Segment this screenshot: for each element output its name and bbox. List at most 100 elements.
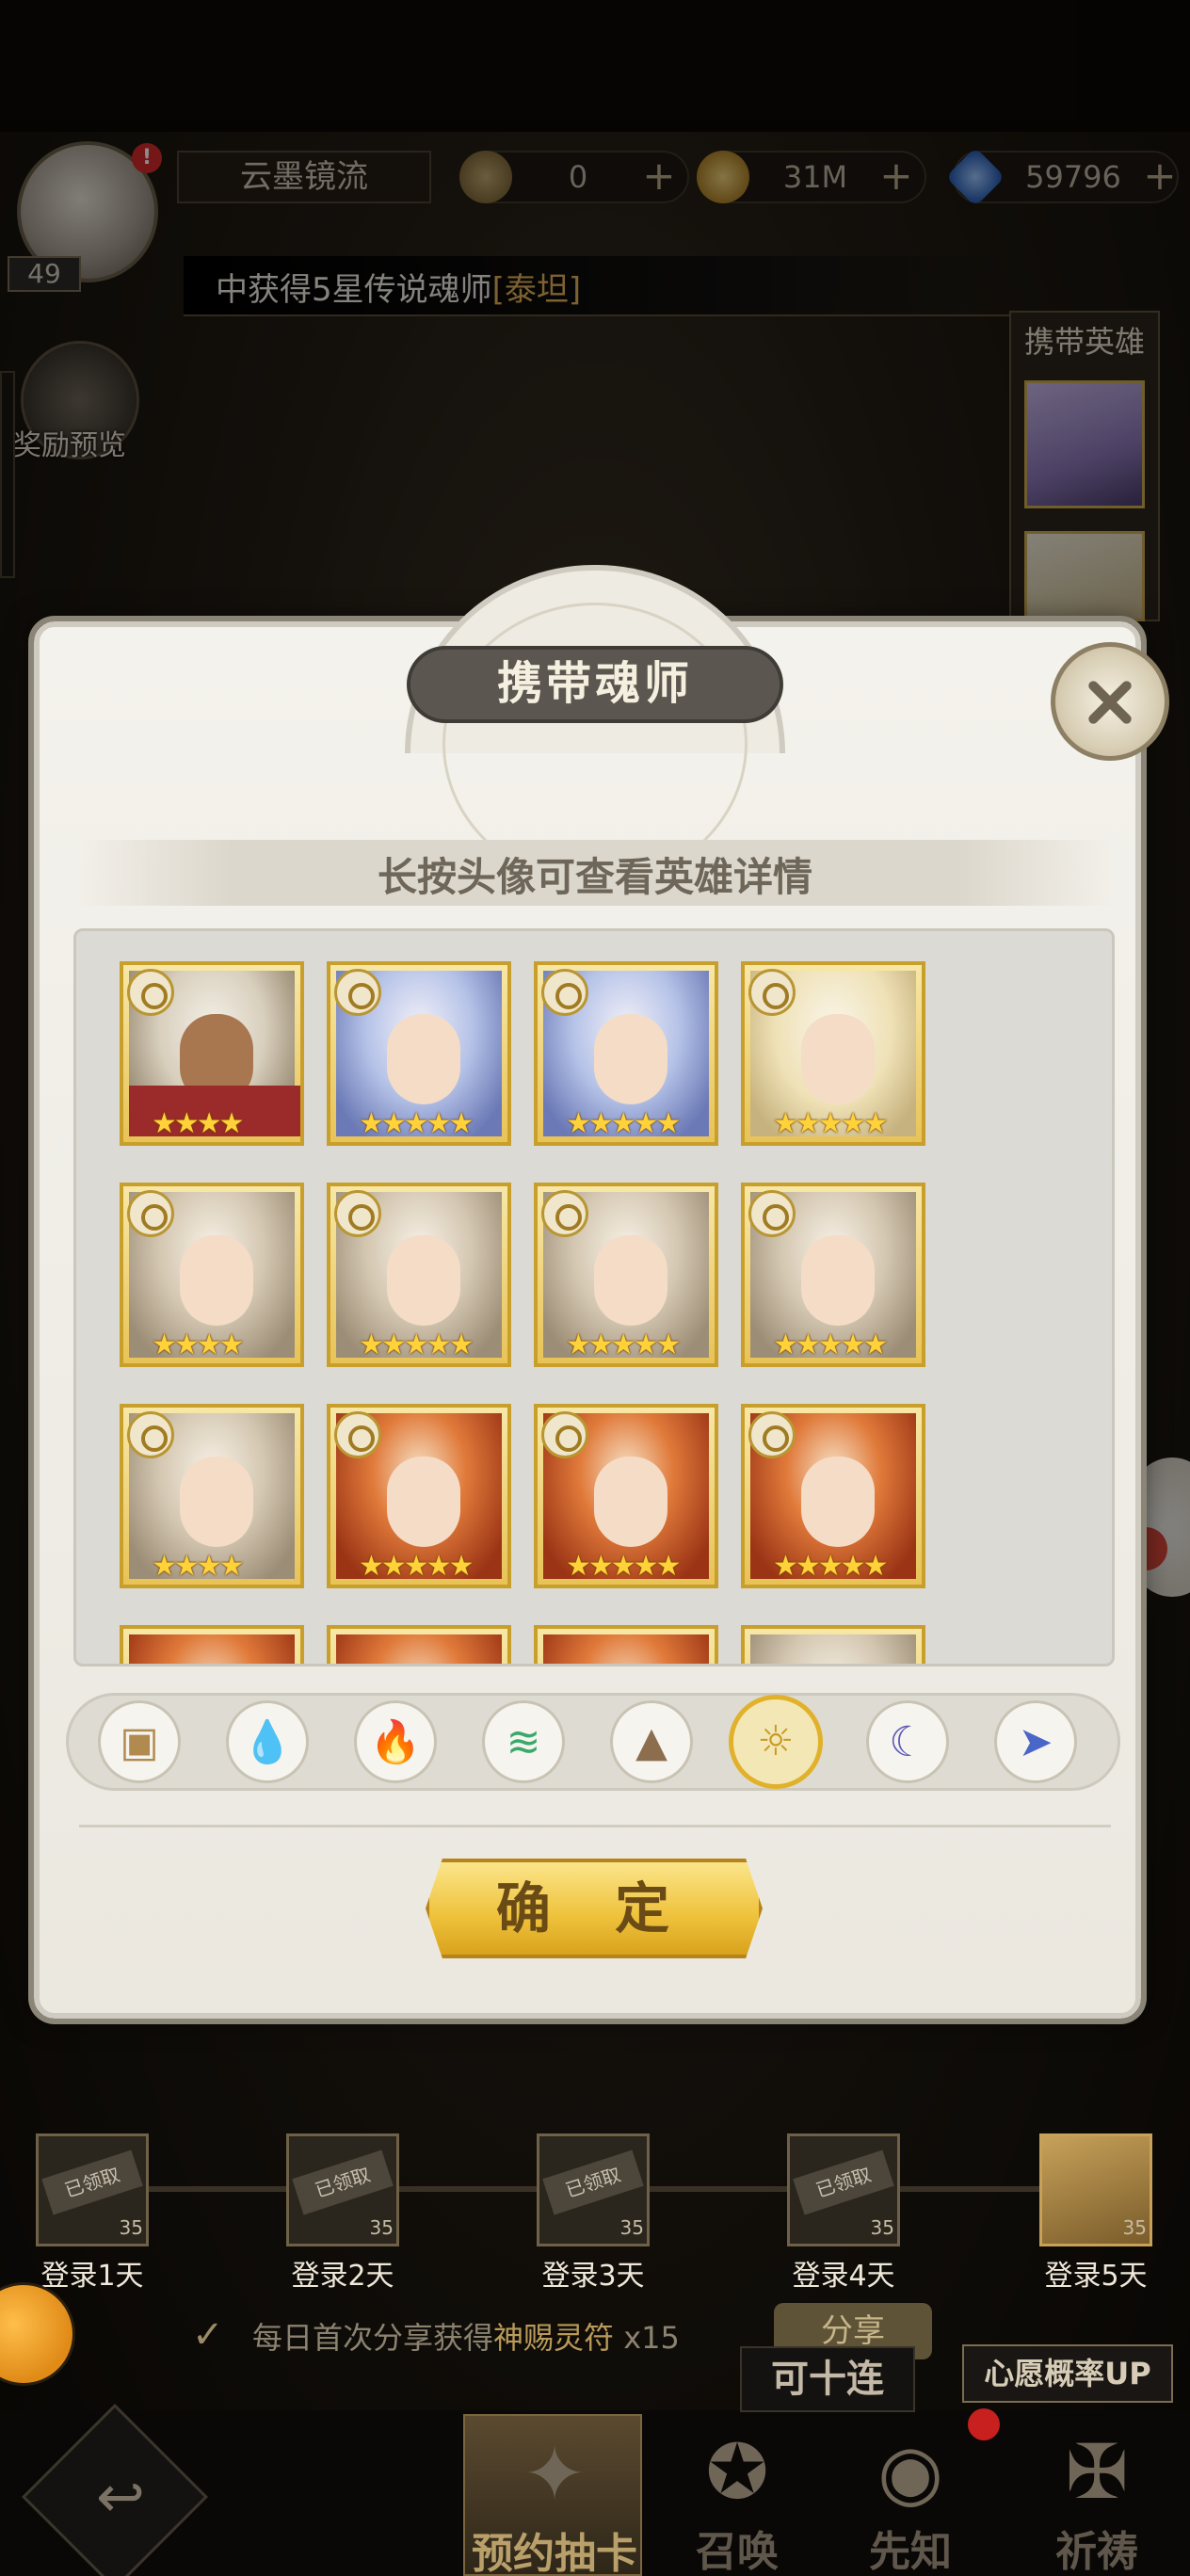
hero-face bbox=[594, 1235, 667, 1326]
back-arrow-icon: ↩ bbox=[96, 2462, 145, 2531]
star-rating: ★★★★★ bbox=[773, 1107, 888, 1140]
ten-pull-banner: 可十连 bbox=[740, 2346, 915, 2412]
light-element-icon bbox=[541, 969, 588, 1016]
wind-icon[interactable]: ≋ bbox=[482, 1700, 565, 1783]
share-text-item: 神赐灵符 bbox=[493, 2320, 615, 2356]
hero-card[interactable] bbox=[741, 1625, 925, 1664]
star-rating: ★★★★★ bbox=[773, 1550, 888, 1583]
light-element-icon bbox=[541, 1190, 588, 1237]
all-box-icon[interactable]: ▣ bbox=[98, 1700, 181, 1783]
hero-card[interactable]: ★★★★ bbox=[120, 1404, 304, 1588]
confirm-button[interactable]: 确 定 bbox=[426, 1859, 763, 1958]
hero-card[interactable] bbox=[120, 1625, 304, 1664]
hero-portrait bbox=[129, 1634, 295, 1664]
hero-face bbox=[387, 1457, 460, 1547]
light-sun-icon[interactable]: ☼ bbox=[729, 1695, 823, 1789]
nav-reserve-draw[interactable]: ✦ 预约抽卡 bbox=[463, 2414, 642, 2576]
light-element-icon bbox=[748, 969, 796, 1016]
star-rating: ★★★★★ bbox=[359, 1328, 474, 1361]
nav-summon[interactable]: ✪ 召唤 bbox=[648, 2414, 827, 2576]
wish-rate-up-button[interactable]: 心愿概率UP bbox=[962, 2344, 1173, 2403]
reward-count: 35 bbox=[1122, 2216, 1147, 2239]
hero-portrait bbox=[750, 1634, 916, 1664]
hero-card[interactable] bbox=[534, 1625, 718, 1664]
light-element-icon bbox=[127, 1190, 174, 1237]
light-element-icon bbox=[334, 1190, 381, 1237]
reward-count: 35 bbox=[119, 2216, 143, 2239]
hero-card[interactable]: ★★★★★ bbox=[327, 961, 511, 1146]
hero-card[interactable]: ★★★★★ bbox=[534, 1404, 718, 1588]
hero-face bbox=[801, 1014, 875, 1104]
reward-count: 35 bbox=[870, 2216, 894, 2239]
light-element-icon bbox=[748, 1190, 796, 1237]
nav-prophet[interactable]: ◉ 先知 bbox=[821, 2414, 1000, 2576]
hero-card[interactable]: ★★★★★ bbox=[327, 1404, 511, 1588]
modal-divider bbox=[79, 1825, 1111, 1827]
hero-face bbox=[180, 1235, 253, 1326]
hero-card[interactable]: ★★★★★ bbox=[534, 961, 718, 1146]
star-rating: ★★★★★ bbox=[773, 1328, 888, 1361]
nav-prophet-icon: ◉ bbox=[877, 2428, 943, 2516]
share-text-count: x15 bbox=[614, 2320, 680, 2356]
special-arrow-icon[interactable]: ➤ bbox=[994, 1700, 1077, 1783]
star-rating: ★★★★ bbox=[152, 1550, 245, 1583]
earth-mountain-icon[interactable]: ▲ bbox=[610, 1700, 693, 1783]
hero-face bbox=[387, 1235, 460, 1326]
reward-count: 35 bbox=[619, 2216, 644, 2239]
light-element-icon bbox=[127, 1411, 174, 1458]
fire-icon[interactable]: 🔥 bbox=[354, 1700, 437, 1783]
hero-face bbox=[387, 1014, 460, 1104]
star-rating: ★★★★ bbox=[152, 1328, 245, 1361]
dark-moon-icon[interactable]: ☾ bbox=[866, 1700, 949, 1783]
login-day-label: 登录2天 bbox=[291, 2260, 394, 2293]
nav-notification-badge bbox=[968, 2408, 1000, 2440]
login-day-label: 登录4天 bbox=[792, 2260, 895, 2293]
light-element-icon bbox=[748, 1411, 796, 1458]
hero-face bbox=[801, 1457, 875, 1547]
hero-face bbox=[180, 1457, 253, 1547]
hero-grid: ★★★★ ★★★★★ ★★★★★ ★★★★★ ★★★★ ★★★★★ ★★★★★ ★★★★★ ★★… bbox=[73, 928, 1115, 1666]
nav-prayer-icon: ✠ bbox=[1065, 2428, 1129, 2516]
share-reward-text: 每日首次分享获得神赐灵符 x15 bbox=[252, 2314, 680, 2358]
share-text-prefix: 每日首次分享获得 bbox=[252, 2320, 494, 2356]
nav-label: 先知 bbox=[869, 2528, 952, 2576]
hero-face bbox=[594, 1014, 667, 1104]
nav-label: 祈祷 bbox=[1055, 2528, 1138, 2576]
water-drop-icon[interactable]: 💧 bbox=[226, 1700, 309, 1783]
nav-reserve-draw-icon: ✦ bbox=[523, 2430, 587, 2518]
nav-label: 预约抽卡 bbox=[472, 2530, 637, 2576]
hero-face bbox=[801, 1235, 875, 1326]
hero-card[interactable]: ★★★★★ bbox=[534, 1183, 718, 1367]
hero-card[interactable]: ★★★★★ bbox=[327, 1183, 511, 1367]
hero-card[interactable]: ★★★★★ bbox=[741, 1404, 925, 1588]
nav-summon-icon: ✪ bbox=[705, 2428, 769, 2516]
hero-portrait bbox=[336, 1634, 502, 1664]
star-rating: ★★★★ bbox=[152, 1107, 245, 1140]
reward-count: 35 bbox=[369, 2216, 394, 2239]
login-day-label: 登录5天 bbox=[1044, 2260, 1148, 2293]
close-button[interactable] bbox=[1051, 642, 1169, 761]
hero-card[interactable]: ★★★★★ bbox=[741, 961, 925, 1146]
hero-card[interactable]: ★★★★ bbox=[120, 1183, 304, 1367]
star-rating: ★★★★★ bbox=[566, 1107, 681, 1140]
element-filter-bar bbox=[66, 1693, 1120, 1791]
star-rating: ★★★★★ bbox=[359, 1107, 474, 1140]
login-day-label: 登录3天 bbox=[541, 2260, 645, 2293]
light-element-icon bbox=[541, 1411, 588, 1458]
hero-portrait bbox=[543, 1634, 709, 1664]
star-rating: ★★★★★ bbox=[359, 1550, 474, 1583]
star-rating: ★★★★★ bbox=[566, 1550, 681, 1583]
hint-text: 长按头像可查看英雄详情 bbox=[377, 854, 812, 900]
light-element-icon bbox=[334, 1411, 381, 1458]
hero-face bbox=[594, 1457, 667, 1547]
star-rating: ★★★★★ bbox=[566, 1328, 681, 1361]
light-element-icon bbox=[127, 969, 174, 1016]
hero-card[interactable]: ★★★★★ bbox=[741, 1183, 925, 1367]
nav-label: 召唤 bbox=[696, 2528, 779, 2576]
nav-prayer[interactable]: ✠ 祈祷 bbox=[1007, 2414, 1186, 2576]
modal-title: 携带魂师 bbox=[407, 646, 783, 723]
hero-card[interactable] bbox=[327, 1625, 511, 1664]
hero-card[interactable]: ★★★★ bbox=[120, 961, 304, 1146]
share-check-icon: ✓ bbox=[192, 2313, 224, 2357]
light-element-icon bbox=[334, 969, 381, 1016]
